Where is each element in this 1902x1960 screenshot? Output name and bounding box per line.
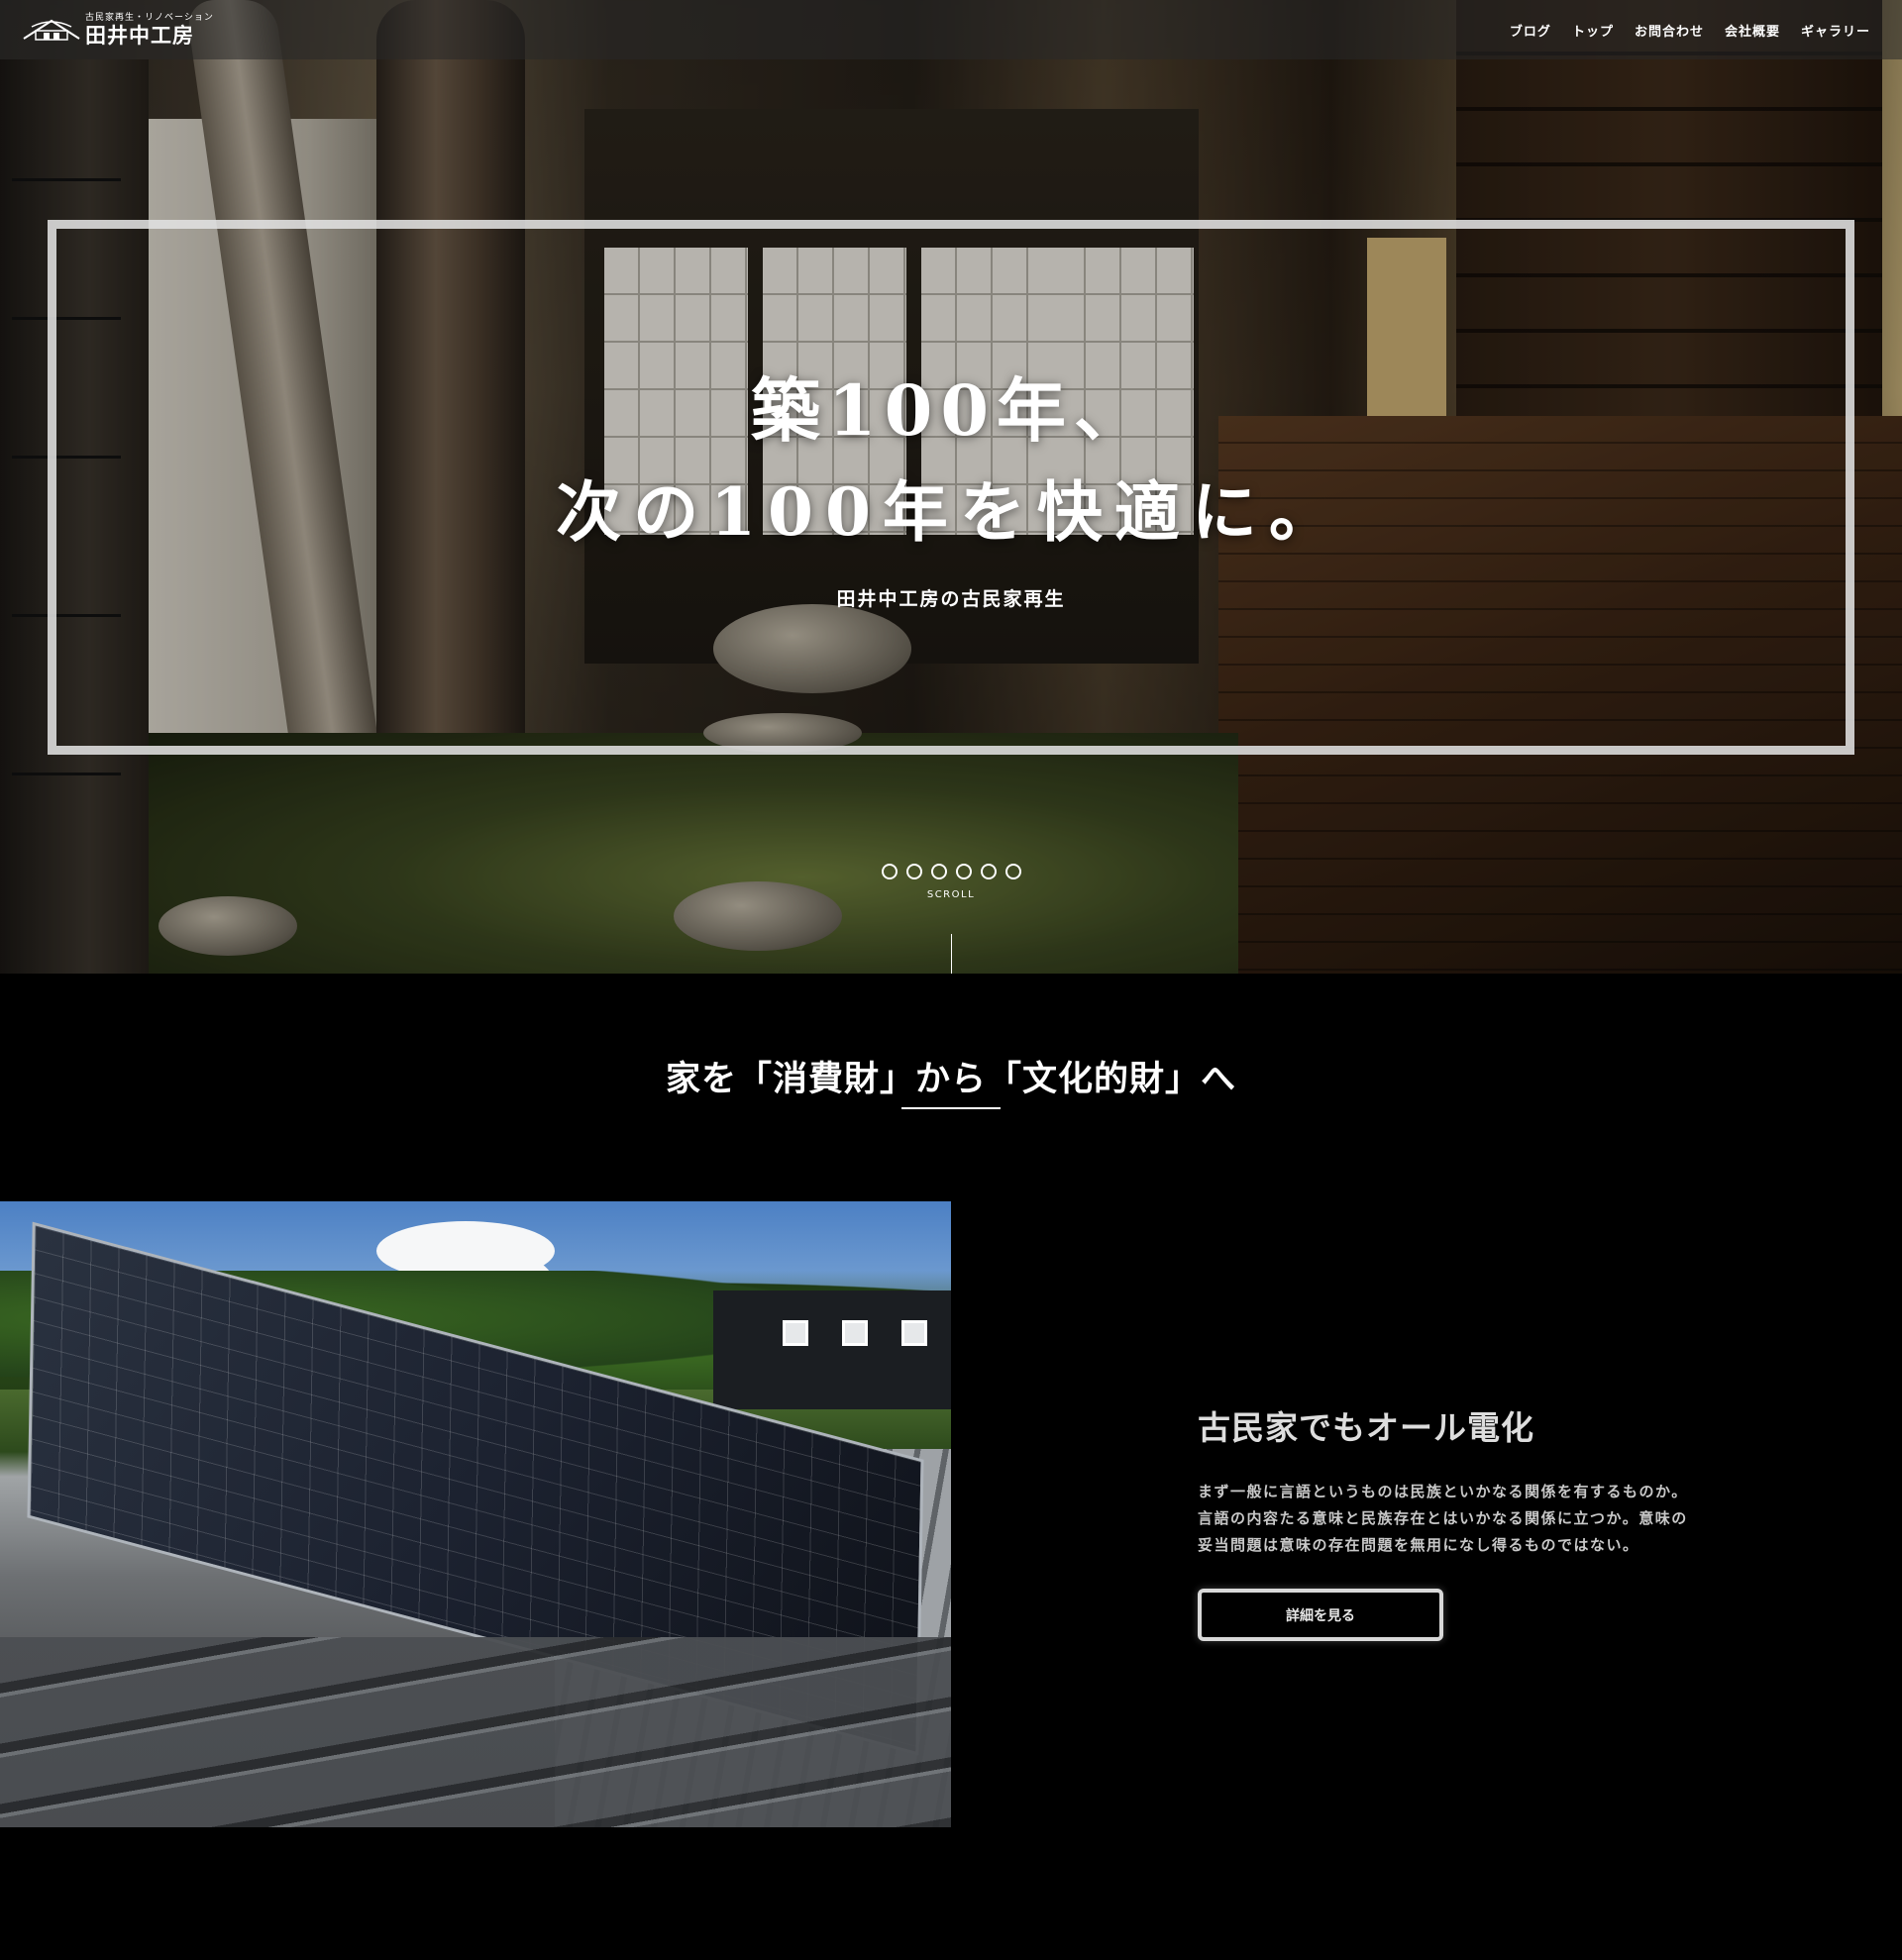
- nav-contact[interactable]: お問合わせ: [1635, 21, 1704, 40]
- slider-dot[interactable]: [981, 864, 997, 879]
- slider-dot[interactable]: [956, 864, 972, 879]
- solar-roof-image: [0, 1201, 951, 1827]
- feature-content: 古民家でもオール電化 まず一般に言語というものは民族といかなる関係を有するものか…: [1198, 1401, 1693, 1641]
- nav-company[interactable]: 会社概要: [1725, 21, 1780, 40]
- hero-headline: 築100年、 次の100年を快適に。 田井中工房の古民家再生: [0, 149, 1902, 611]
- site-header: 古民家再生・リノベーション 田井中工房 ブログ トップ お問合わせ 会社概要 ギ…: [0, 0, 1902, 59]
- nav-blog[interactable]: ブログ: [1510, 21, 1551, 40]
- slider-dot[interactable]: [931, 864, 947, 879]
- roof-tiles: [0, 1637, 951, 1827]
- section-title-underline: [901, 1107, 1001, 1109]
- feature-description: まず一般に言語というものは民族といかなる関係を有するものか。言語の内容たる意味と…: [1198, 1483, 1688, 1554]
- hero-headline-line2: 次の100年を快適に。: [556, 473, 1346, 551]
- main-nav: ブログ トップ お問合わせ 会社概要 ギャラリー: [1489, 0, 1870, 59]
- feature-title: 古民家でもオール電化: [1198, 1408, 1534, 1447]
- hero-tagline: 田井中工房の古民家再生: [836, 588, 1066, 610]
- logo-subtitle: 古民家再生・リノベーション: [85, 13, 214, 23]
- details-button[interactable]: 詳細を見る: [1198, 1589, 1443, 1641]
- scroll-indicator-line: [951, 934, 952, 974]
- nav-gallery[interactable]: ギャラリー: [1801, 21, 1870, 40]
- logo-name: 田井中工房: [85, 23, 194, 48]
- nav-top[interactable]: トップ: [1572, 21, 1614, 40]
- section-title: 家を「消費財」から「文化的財」へ: [665, 1059, 1236, 1099]
- building: [713, 1290, 951, 1409]
- house-logo-icon: [23, 19, 80, 41]
- slider-dot[interactable]: [906, 864, 922, 879]
- slider-dots: [882, 864, 1021, 879]
- hero-headline-line1: 築100年、: [750, 369, 1152, 452]
- slider-dot[interactable]: [1005, 864, 1021, 879]
- site-logo[interactable]: 古民家再生・リノベーション 田井中工房: [22, 12, 214, 48]
- scroll-label[interactable]: SCROLL: [0, 889, 1902, 900]
- slider-dot[interactable]: [882, 864, 898, 879]
